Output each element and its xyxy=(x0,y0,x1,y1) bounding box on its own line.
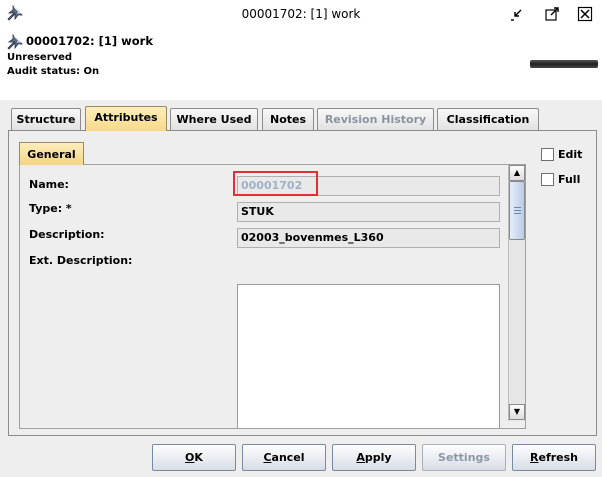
description-field[interactable]: 02003_bovenmes_L360 xyxy=(237,228,500,248)
tab-classification[interactable]: Classification xyxy=(437,108,539,130)
window-title-bar: 00001702: [1] work xyxy=(0,0,602,28)
tab-structure[interactable]: Structure xyxy=(11,108,81,130)
maximize-icon[interactable] xyxy=(544,6,560,22)
ext-description-textarea[interactable] xyxy=(237,284,500,428)
object-header: 00001702: [1] work Unreserved Audit stat… xyxy=(0,28,602,98)
cancel-label: ancel xyxy=(271,451,305,464)
ok-label: K xyxy=(194,451,203,464)
apply-mnemonic: A xyxy=(356,451,365,464)
tab-revision-history: Revision History xyxy=(317,108,434,130)
ok-mnemonic: O xyxy=(185,451,195,464)
object-title: 00001702: [1] work xyxy=(26,34,153,48)
audit-status: Audit status: On xyxy=(7,66,100,77)
type-label: Type: * xyxy=(29,202,72,215)
tab-where-used[interactable]: Where Used xyxy=(170,108,258,130)
name-label: Name: xyxy=(29,178,69,191)
name-field: 00001702 xyxy=(237,176,500,196)
cancel-mnemonic: C xyxy=(263,451,272,464)
general-form: Name: 00001702 Type: * STUK Description:… xyxy=(19,164,526,429)
apply-label: pply xyxy=(364,451,392,464)
ext-description-label: Ext. Description: xyxy=(29,254,133,267)
ok-button[interactable]: OK xyxy=(152,444,236,471)
apply-button[interactable]: Apply xyxy=(332,444,416,471)
scroll-thumb[interactable] xyxy=(509,181,525,240)
full-label: Full xyxy=(558,173,581,186)
description-label: Description: xyxy=(29,228,105,241)
close-icon[interactable] xyxy=(577,6,593,22)
full-checkbox[interactable] xyxy=(541,173,554,186)
refresh-label: efresh xyxy=(538,451,578,464)
vertical-scrollbar[interactable]: ▲ ▼ xyxy=(508,165,525,421)
scroll-up-icon[interactable]: ▲ xyxy=(509,165,525,181)
tab-notes[interactable]: Notes xyxy=(262,108,314,130)
type-field[interactable]: STUK xyxy=(237,202,500,222)
progress-bar xyxy=(530,60,598,68)
pin-icon xyxy=(7,34,23,50)
main-panel: Structure Attributes Where Used Notes Re… xyxy=(0,100,602,477)
settings-button: Settings xyxy=(422,444,506,471)
tab-general[interactable]: General xyxy=(19,142,84,165)
minimize-icon[interactable] xyxy=(509,6,525,22)
edit-label: Edit xyxy=(558,148,583,161)
reserve-status: Unreserved xyxy=(7,52,73,63)
attributes-panel: General Name: 00001702 Type: * STUK Desc… xyxy=(8,130,597,436)
edit-checkbox[interactable] xyxy=(541,148,554,161)
scroll-down-icon[interactable]: ▼ xyxy=(509,404,525,420)
tab-attributes[interactable]: Attributes xyxy=(85,106,167,131)
refresh-button[interactable]: Refresh xyxy=(512,444,596,471)
cancel-button[interactable]: Cancel xyxy=(242,444,326,471)
